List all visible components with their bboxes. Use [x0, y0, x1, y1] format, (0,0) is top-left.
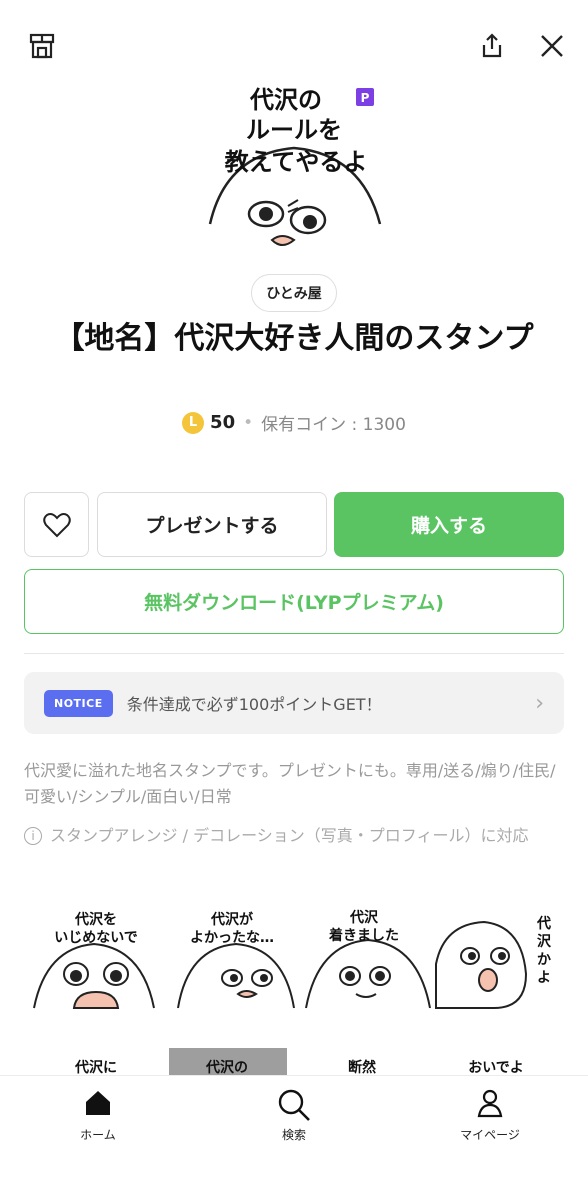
free-download-button[interactable]: 無料ダウンロード(LYPプレミアム)	[24, 569, 564, 634]
sticker-text: か	[537, 952, 551, 968]
sticker-title: 【地名】代沢大好き人間のスタンプ	[54, 321, 534, 356]
sticker-text: 沢	[537, 933, 552, 950]
sticker-item[interactable]: 代 沢 か よ	[434, 904, 564, 1014]
tab-search[interactable]: 検索	[234, 1088, 354, 1143]
tab-mypage-label: マイページ	[460, 1128, 520, 1142]
hero-headline-line-1: 代沢の	[249, 86, 322, 114]
author-chip[interactable]: ひとみ屋	[251, 274, 337, 312]
sticker-text: おいでよ	[468, 1060, 524, 1076]
sticker-text: 断然	[348, 1059, 376, 1076]
tab-search-label: 検索	[281, 1128, 306, 1142]
sticker-text: 代沢	[349, 909, 379, 926]
present-button[interactable]: プレゼントする	[97, 492, 327, 557]
shop-icon[interactable]	[24, 28, 60, 64]
author-chip-row: ひとみ屋	[0, 274, 588, 312]
sticker-text: よかったな…	[190, 930, 274, 946]
sticker-item[interactable]: 代沢 着きました	[302, 904, 442, 1014]
tab-home[interactable]: ホーム	[38, 1088, 158, 1143]
info-icon: i	[24, 827, 42, 845]
tab-home-label: ホーム	[80, 1128, 116, 1142]
owned-coins: 保有コイン : 1300	[261, 415, 406, 435]
notice-banner[interactable]: NOTICE 条件達成で必ず100ポイントGET！ ›	[24, 672, 564, 734]
hero-headline-line-2: ルールを	[246, 116, 342, 144]
arrange-info: i スタンプアレンジ / デコレーション（写真・プロフィール）に対応	[24, 823, 564, 849]
user-icon	[477, 1089, 503, 1118]
bottom-tab-bar: ホーム 検索 マイページ	[0, 1076, 588, 1200]
hero-headline-line-3: 教えてやるよ	[225, 148, 368, 176]
price-amount: 50	[210, 412, 236, 433]
line-coin-icon: L	[182, 411, 205, 434]
like-button[interactable]	[24, 492, 89, 557]
top-bar	[0, 0, 588, 92]
sticker-text: 代沢が	[210, 911, 254, 928]
description: 代沢愛に溢れた地名スタンプです。プレゼントにも。専用/送る/煽り/住民/可愛い/…	[24, 761, 556, 806]
chevron-right-icon: ›	[535, 690, 544, 716]
sticker-item[interactable]: 代沢が よかったな…	[166, 904, 306, 1014]
share-icon[interactable]	[474, 28, 510, 64]
price-row: L 50 • 保有コイン : 1300	[0, 410, 588, 435]
arrange-info-text: スタンプアレンジ / デコレーション（写真・プロフィール）に対応	[50, 826, 529, 845]
sticker-text: 着きました	[328, 927, 399, 944]
notice-badge: NOTICE	[44, 689, 113, 717]
sticker-text: よ	[537, 970, 551, 986]
hero-sticker: 代沢の ルールを 教えてやるよ P	[196, 84, 392, 254]
buy-button[interactable]: 購入する	[334, 492, 564, 557]
sticker-text: 代沢に	[74, 1059, 117, 1076]
sticker-text: 代	[536, 915, 551, 932]
sticker-text: 代沢の	[205, 1059, 248, 1076]
premium-badge: P	[361, 91, 370, 105]
sticker-item[interactable]: 代沢を いじめないで	[24, 904, 164, 1014]
notice-text: 条件達成で必ず100ポイントGET！	[126, 695, 382, 714]
search-icon	[278, 1089, 310, 1121]
sticker-text: いじめないで	[54, 930, 138, 946]
divider	[24, 653, 564, 654]
separator-dot: •	[243, 412, 254, 433]
heart-icon	[42, 512, 71, 537]
close-icon[interactable]	[534, 28, 570, 64]
sticker-grid: 代沢を いじめないで 代沢が よかったな… 代沢 着きました 代 沢 か よ 代…	[24, 900, 588, 1080]
sticker-text: 代沢を	[74, 911, 117, 928]
home-icon	[86, 1091, 110, 1115]
tab-mypage[interactable]: マイページ	[430, 1088, 550, 1143]
